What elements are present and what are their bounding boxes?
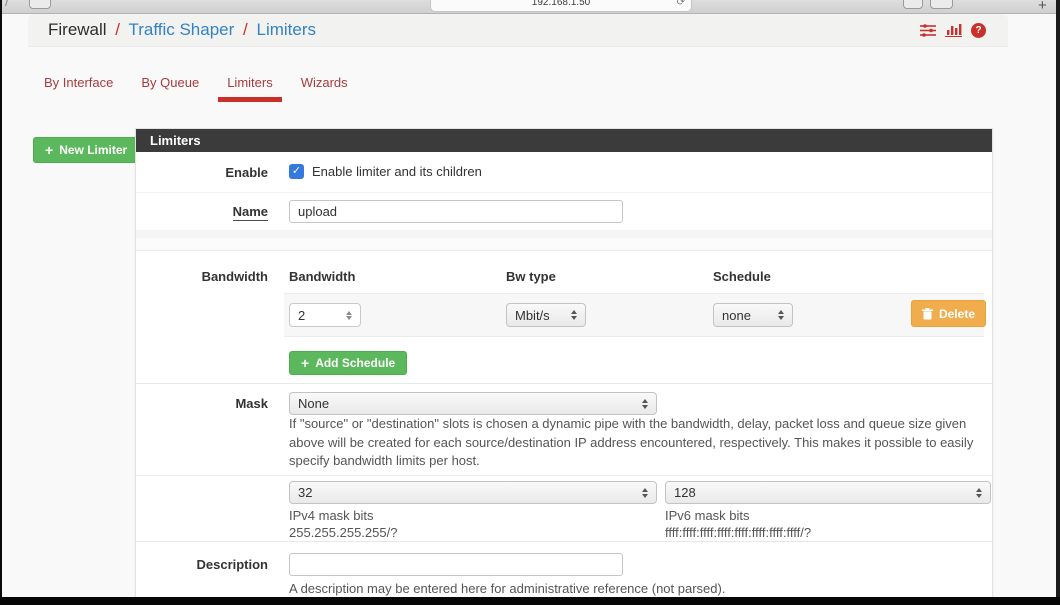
delete-label: Delete	[939, 307, 975, 321]
help-icon[interactable]: ?	[971, 23, 986, 38]
breadcrumb-separator: /	[111, 20, 124, 39]
header-icon-group: ?	[920, 14, 986, 46]
enable-label: Enable	[136, 165, 268, 180]
name-label: Name	[136, 204, 268, 219]
breadcrumb-parent-link[interactable]: Traffic Shaper	[128, 20, 234, 39]
description-input[interactable]	[289, 553, 623, 576]
bandwidth-section-label: Bandwidth	[136, 269, 268, 284]
refresh-icon[interactable]: ⟳	[677, 0, 685, 8]
description-label: Description	[136, 557, 268, 572]
tab-limiters[interactable]: Limiters	[218, 72, 282, 102]
ipv6-mask-hint: ffff:ffff:ffff:ffff:ffff:ffff:ffff:ffff/…	[665, 525, 811, 540]
page-header-band: Firewall / Traffic Shaper / Limiters	[28, 14, 1008, 46]
mask-label: Mask	[136, 396, 268, 411]
section-gap	[136, 230, 992, 238]
add-schedule-button[interactable]: + Add Schedule	[289, 351, 407, 375]
bandwidth-section: Bandwidth Bandwidth Bw type Schedule 2 M…	[136, 250, 992, 383]
select-arrows-icon	[642, 488, 648, 498]
select-arrows-icon	[571, 310, 577, 320]
trash-icon	[922, 308, 933, 320]
select-arrows-icon	[642, 399, 648, 409]
col-header-bandwidth: Bandwidth	[289, 269, 355, 284]
name-label-text: Name	[233, 204, 268, 221]
new-limiter-label: New Limiter	[59, 143, 127, 157]
bw-type-select[interactable]: Mbit/s	[506, 303, 586, 327]
description-section: Description A description may be entered…	[136, 541, 992, 597]
bar-chart-icon[interactable]	[945, 23, 962, 37]
browser-address-bar[interactable]: 192.168.1.50 ⟳	[430, 0, 692, 12]
enable-checkbox[interactable]: ✓	[289, 164, 304, 179]
app-window: / 192.168.1.50 ⟳ + Firewall / Traffic Sh…	[2, 0, 1056, 597]
mask-section: Mask None If "source" or "destination" s…	[136, 383, 992, 541]
col-header-schedule: Schedule	[713, 269, 771, 284]
bandwidth-value: 2	[298, 308, 305, 323]
section-gap	[136, 238, 992, 250]
plus-icon: +	[301, 356, 309, 370]
name-row: Name	[136, 192, 992, 230]
bw-type-value: Mbit/s	[515, 308, 550, 323]
select-arrows-icon	[976, 488, 982, 498]
tab-wizards[interactable]: Wizards	[301, 72, 348, 102]
schedule-select[interactable]: none	[713, 303, 793, 327]
mask-select[interactable]: None	[289, 392, 657, 415]
divider	[136, 475, 992, 476]
browser-new-tab-icon[interactable]: +	[1038, 0, 1047, 14]
browser-toolbar: / 192.168.1.50 ⟳ +	[2, 0, 1056, 14]
ipv4-mask-value: 32	[298, 485, 312, 500]
plus-icon: +	[45, 143, 53, 157]
select-arrows-icon	[778, 310, 784, 320]
mask-help-text: If "source" or "destination" slots is ch…	[289, 415, 995, 471]
breadcrumb-current-link[interactable]: Limiters	[256, 20, 316, 39]
help-glyph: ?	[975, 25, 981, 36]
tab-by-queue[interactable]: By Queue	[141, 72, 199, 102]
letterbox-edge	[0, 597, 1060, 605]
browser-sidebar-icon[interactable]	[29, 0, 51, 9]
breadcrumb: Firewall / Traffic Shaper / Limiters	[48, 14, 316, 46]
enable-checkbox-label: Enable limiter and its children	[312, 164, 482, 179]
browser-url-text: 192.168.1.50	[532, 0, 590, 8]
breadcrumb-root: Firewall	[48, 20, 107, 39]
browser-share-icon[interactable]	[903, 0, 923, 9]
delete-button[interactable]: Delete	[911, 300, 986, 327]
limiters-panel: Limiters Enable ✓ Enable limiter and its…	[135, 128, 993, 597]
enable-row: Enable ✓ Enable limiter and its children	[136, 152, 992, 192]
ipv4-mask-hint: 255.255.255.255/?	[289, 525, 397, 540]
ipv6-mask-value: 128	[674, 485, 696, 500]
ipv4-mask-select[interactable]: 32	[289, 481, 657, 504]
name-input[interactable]	[289, 200, 623, 223]
panel-title: Limiters	[136, 129, 992, 152]
schedule-value: none	[722, 308, 751, 323]
mask-value: None	[298, 396, 329, 411]
ipv4-mask-bits-label: IPv4 mask bits	[289, 508, 374, 523]
tab-by-interface[interactable]: By Interface	[44, 72, 113, 102]
browser-back-icon[interactable]: /	[5, 0, 9, 10]
bandwidth-data-row	[284, 293, 984, 337]
breadcrumb-separator: /	[239, 20, 252, 39]
ipv6-mask-bits-label: IPv6 mask bits	[665, 508, 750, 523]
tab-bar: By Interface By Queue Limiters Wizards	[44, 72, 348, 102]
letterbox-stage: / 192.168.1.50 ⟳ + Firewall / Traffic Sh…	[0, 0, 1060, 605]
col-header-bw-type: Bw type	[506, 269, 556, 284]
number-stepper-icon[interactable]	[346, 311, 352, 320]
add-schedule-label: Add Schedule	[315, 356, 395, 370]
browser-tabs-icon[interactable]	[930, 0, 953, 9]
bandwidth-value-input[interactable]: 2	[289, 303, 361, 327]
letterbox-edge	[1056, 0, 1060, 605]
ipv6-mask-select[interactable]: 128	[665, 481, 991, 504]
sliders-icon[interactable]	[920, 23, 936, 37]
description-help-text: A description may be entered here for ad…	[289, 580, 725, 597]
new-limiter-button[interactable]: + New Limiter	[33, 137, 139, 163]
